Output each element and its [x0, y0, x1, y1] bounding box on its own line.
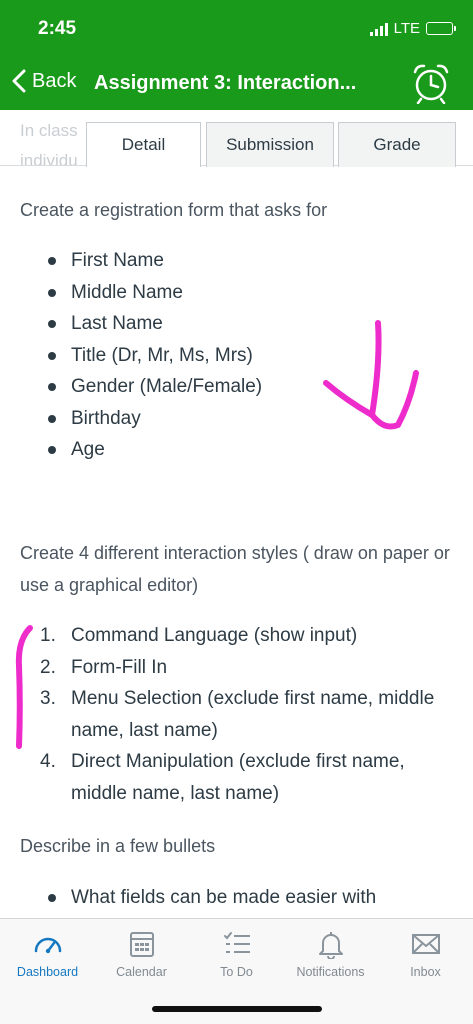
tab-label: Dashboard [16, 965, 79, 979]
segmented-tabs: Detail Submission Grade [86, 122, 456, 167]
styles-intro-text: Create 4 different interaction styles ( … [20, 543, 450, 595]
nav-bar: Back Assignment 3: Interaction... [0, 56, 473, 110]
list-item: What fields can be made easier with [48, 882, 376, 914]
tab-calendar[interactable]: Calendar [94, 919, 189, 995]
status-time: 2:45 [38, 18, 77, 39]
back-label: Back [32, 69, 77, 92]
list-item: 3. Menu Selection (exclude first name, mi… [40, 688, 435, 741]
tab-notifications[interactable]: Notifications [283, 919, 378, 995]
back-button[interactable]: Back [12, 69, 76, 93]
list-item: Birthday [48, 403, 262, 435]
bell-icon [318, 932, 343, 959]
home-indicator[interactable] [152, 1006, 322, 1012]
list-item: Last Name [48, 308, 262, 340]
annotation-vertical-line [15, 625, 33, 749]
tab-todo[interactable]: To Do [189, 919, 284, 995]
assignment-content[interactable]: In class individu Detail Submission Grad… [0, 110, 473, 918]
list-item: 2. Form-Fill In [40, 656, 168, 678]
page-title: Assignment 3: Interaction... [94, 72, 357, 94]
describe-intro-text: Describe in a few bullets [20, 836, 216, 856]
dashboard-icon [34, 937, 61, 954]
tab-inbox[interactable]: Inbox [378, 919, 473, 995]
interaction-styles-list: 1. Command Language (show input) 2. Form-F… [40, 620, 450, 809]
network-type: LTE [393, 20, 420, 37]
tab-grade[interactable]: Grade [338, 122, 456, 167]
list-item: 4. Direct Manipulation (exclude first nam… [40, 751, 405, 804]
status-bar: 2:45 LTE [0, 0, 473, 56]
tab-submission[interactable]: Submission [206, 122, 334, 167]
tab-label: Inbox [410, 965, 441, 979]
list-item: Gender (Male/Female) [48, 371, 262, 403]
tab-label: Notifications [296, 965, 365, 979]
envelope-icon [411, 934, 440, 954]
todo-list-icon [223, 932, 250, 953]
list-item: Age [48, 434, 262, 466]
calendar-icon [129, 932, 154, 957]
tab-dashboard[interactable]: Dashboard [0, 919, 95, 995]
field-list: First Name Middle Name Last Name Title (… [48, 245, 262, 466]
signal-icon [369, 22, 388, 36]
intro-text: Create a registration form that asks for [20, 200, 328, 220]
tab-label: To Do [220, 965, 253, 979]
battery-icon [426, 22, 456, 35]
list-item: First Name [48, 245, 262, 277]
status-indicators: LTE [369, 20, 456, 37]
annotation-arrow-scribble [323, 320, 419, 430]
tab-detail[interactable]: Detail [86, 122, 201, 167]
list-item: Middle Name [48, 277, 262, 309]
chevron-left-icon [12, 69, 26, 93]
alarm-clock-icon[interactable] [411, 62, 451, 104]
tab-label: Calendar [116, 965, 167, 979]
list-item: 1. Command Language (show input) [40, 625, 358, 646]
list-item: Title (Dr, Mr, Ms, Mrs) [48, 340, 262, 372]
describe-list: What fields can be made easier with [48, 882, 376, 914]
